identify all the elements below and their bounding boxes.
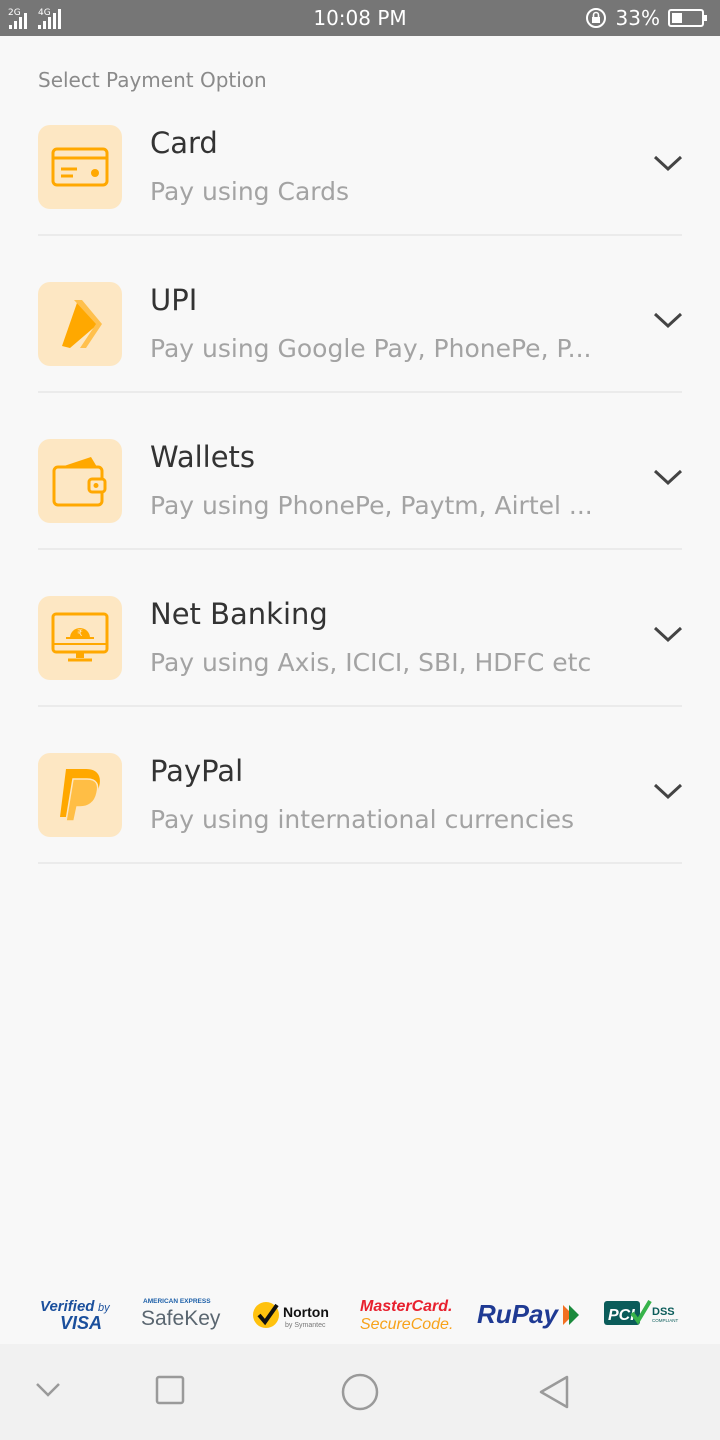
svg-text:VISA: VISA [60, 1313, 102, 1333]
battery-percent: 33% [615, 6, 660, 30]
option-subtitle: Pay using Cards [150, 177, 349, 206]
icon-container [38, 282, 122, 366]
option-title: PayPal [150, 754, 244, 788]
icon-container [38, 753, 122, 837]
option-title: Wallets [150, 440, 256, 474]
rotation-lock-icon [585, 8, 606, 28]
chevron-down-icon[interactable] [652, 779, 684, 803]
upi-icon [62, 300, 102, 348]
paypal-icon [60, 769, 100, 822]
divider [38, 234, 682, 236]
option-title: UPI [150, 283, 198, 317]
svg-text:MasterCard.: MasterCard. [360, 1298, 452, 1315]
payment-option-upi[interactable]: UPI Pay using Google Pay, PhonePe, P... [0, 271, 720, 428]
status-right: 33% [584, 5, 708, 31]
verified-by-visa-logo: Verified by VISA [38, 1291, 122, 1335]
svg-text:AMERICAN EXPRESS: AMERICAN EXPRESS [143, 1298, 211, 1305]
divider [38, 705, 682, 707]
chevron-down-icon[interactable] [652, 465, 684, 489]
icon-container [38, 439, 122, 523]
svg-text:PCI: PCI [608, 1307, 635, 1324]
svg-text:DSS: DSS [652, 1306, 675, 1318]
credit-card-icon [51, 147, 109, 187]
option-subtitle: Pay using Google Pay, PhonePe, P... [150, 334, 592, 363]
divider [38, 548, 682, 550]
svg-text:COMPLIANT: COMPLIANT [652, 1318, 679, 1323]
icon-container [38, 125, 122, 209]
divider [38, 862, 682, 864]
battery-icon [668, 9, 707, 27]
section-title: Select Payment Option [38, 68, 267, 92]
option-title: Net Banking [150, 597, 328, 631]
pci-dss-logo: PCI DSS COMPLIANT [602, 1291, 682, 1335]
norton-logo: Norton by Symantec [250, 1291, 342, 1335]
divider [38, 391, 682, 393]
security-logos: Verified by VISA AMERICAN EXPRESS SafeKe… [38, 1290, 682, 1336]
chevron-down-icon[interactable] [652, 308, 684, 332]
wallet-icon [52, 457, 107, 507]
rupay-logo: RuPay [477, 1291, 583, 1335]
collapse-chevron-icon[interactable] [34, 1380, 62, 1400]
amex-safekey-logo: AMERICAN EXPRESS SafeKey [141, 1291, 231, 1335]
system-nav-bar [0, 1344, 720, 1440]
icon-container: ₹ [38, 596, 122, 680]
option-subtitle: Pay using Axis, ICICI, SBI, HDFC etc [150, 648, 592, 677]
svg-text:SafeKey: SafeKey [141, 1307, 221, 1330]
option-title: Card [150, 126, 218, 160]
payment-option-net-banking[interactable]: ₹ Net Banking Pay using Axis, ICICI, SBI… [0, 585, 720, 742]
payment-option-paypal[interactable]: PayPal Pay using international currencie… [0, 742, 720, 899]
payment-option-wallets[interactable]: Wallets Pay using PhonePe, Paytm, Airtel… [0, 428, 720, 585]
recent-apps-icon[interactable] [154, 1374, 186, 1406]
status-bar: 2G 4G 10:08 PM 33% [0, 0, 720, 36]
chevron-down-icon[interactable] [652, 622, 684, 646]
chevron-down-icon[interactable] [652, 151, 684, 175]
svg-text:by Symantec: by Symantec [285, 1322, 326, 1329]
home-icon[interactable] [340, 1372, 380, 1412]
svg-text:Norton: Norton [283, 1304, 329, 1320]
svg-text:SecureCode.: SecureCode. [360, 1316, 453, 1333]
option-subtitle: Pay using PhonePe, Paytm, Airtel ... [150, 491, 593, 520]
payment-option-card[interactable]: Card Pay using Cards [0, 114, 720, 271]
svg-text:RuPay: RuPay [477, 1299, 559, 1329]
option-subtitle: Pay using international currencies [150, 805, 575, 834]
back-icon[interactable] [536, 1374, 572, 1410]
mastercard-securecode-logo: MasterCard. SecureCode. [360, 1291, 458, 1335]
net-banking-icon: ₹ [51, 612, 109, 662]
